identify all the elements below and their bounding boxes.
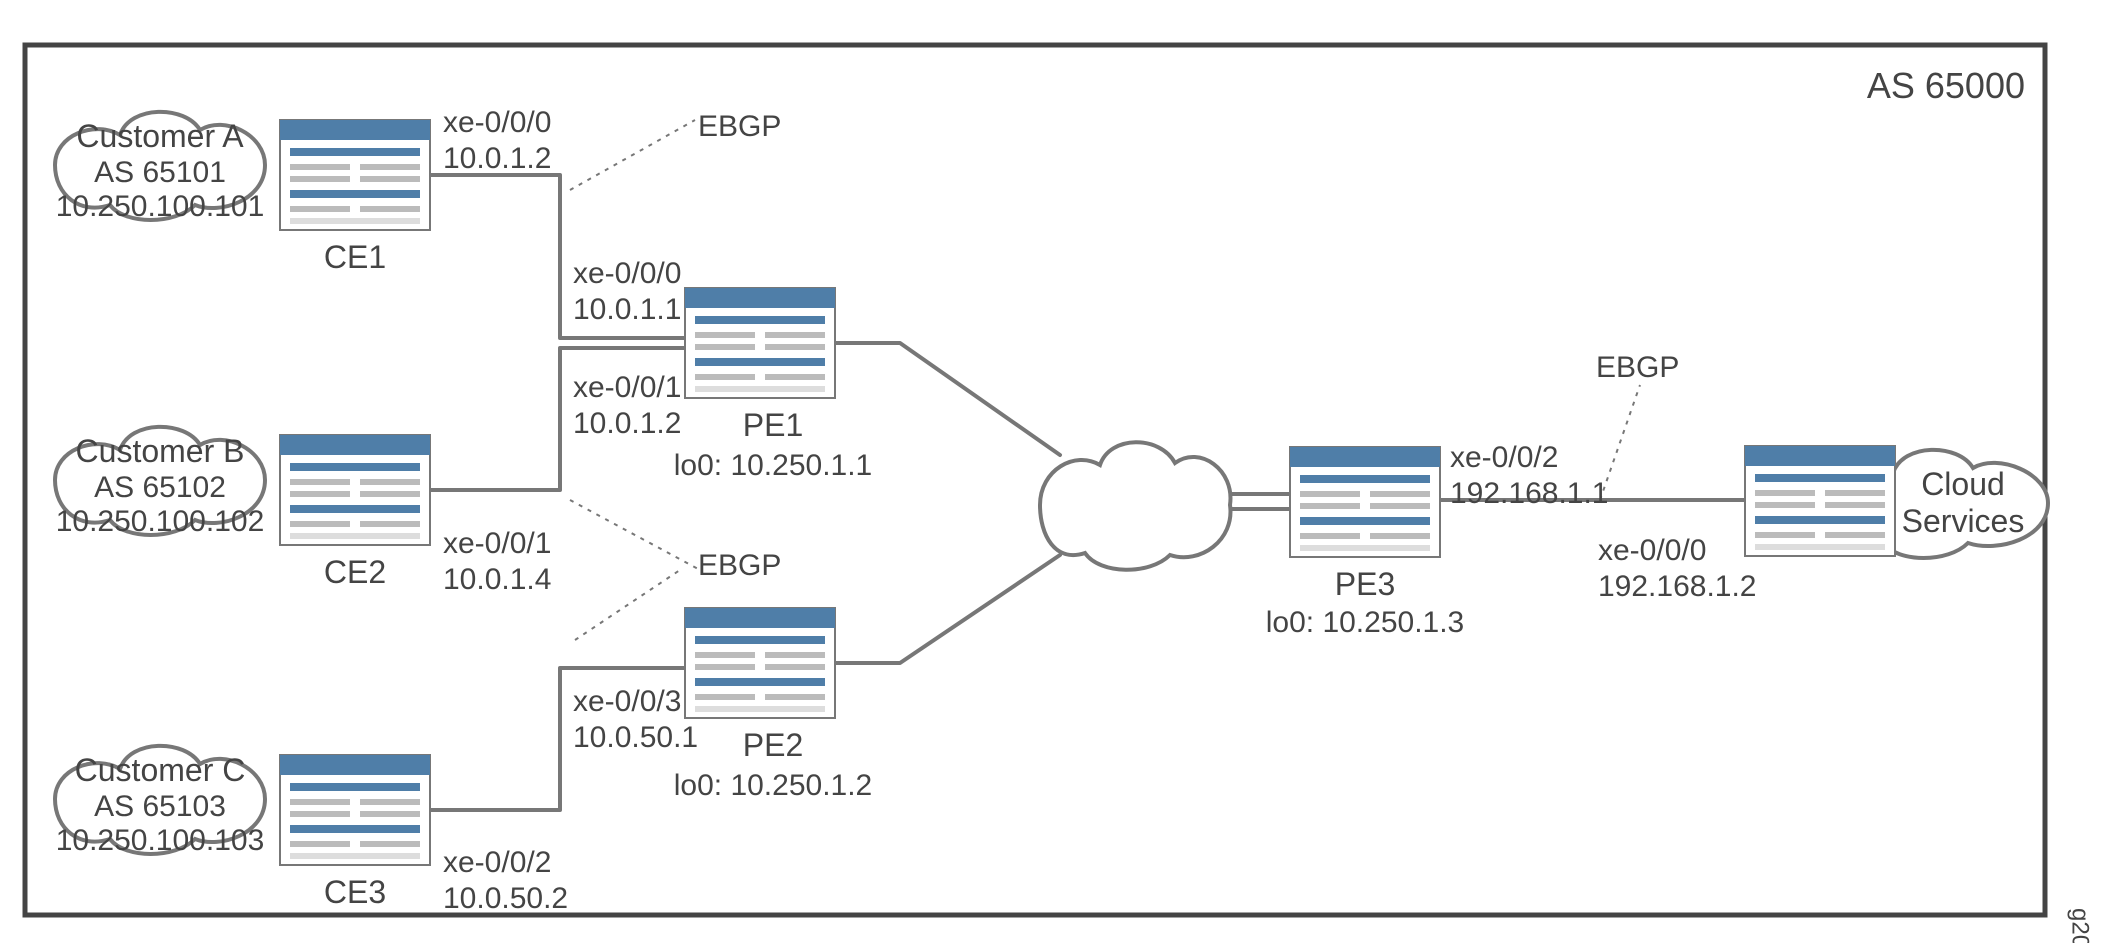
pe2-lo0: lo0: 10.250.1.2 [674, 769, 873, 802]
ce3-label: CE3 [324, 874, 386, 910]
cloud-services-router-icon [1745, 446, 1895, 556]
ce2-label: CE2 [324, 554, 386, 590]
pe2-router-icon [685, 608, 835, 718]
core-cloud-icon [1040, 442, 1230, 570]
pe2-label: PE2 [743, 727, 803, 763]
ce3-router-icon [280, 755, 430, 865]
figure-id: g200258 [2067, 908, 2094, 943]
pe1-bot-if: xe-0/0/1 [573, 371, 681, 404]
customer-a-ip: 10.250.100.101 [56, 190, 265, 223]
ebgp-dotted-mid2 [575, 570, 680, 640]
ce2-router-icon [280, 435, 430, 545]
cloud-in-ip: 192.168.1.2 [1598, 570, 1756, 603]
ebgp-label-right: EBGP [1596, 351, 1679, 384]
customer-a-as: AS 65101 [94, 156, 226, 189]
pe3-out-if: xe-0/0/2 [1450, 441, 1558, 474]
diagram-canvas: Customer A AS 65101 10.250.100.101 Custo… [0, 0, 2101, 943]
pe1-top-ip: 10.0.1.1 [573, 293, 681, 326]
pe2-top-ip: 10.0.50.1 [573, 721, 698, 754]
ce2-out-if: xe-0/0/1 [443, 527, 551, 560]
as-label: AS 65000 [1867, 65, 2025, 106]
ce1-label: CE1 [324, 239, 386, 275]
cloud-services-line2: Services [1902, 503, 2025, 539]
pe3-router-icon [1290, 447, 1440, 557]
diagram-svg: Customer A AS 65101 10.250.100.101 Custo… [0, 0, 2101, 943]
ce1-out-if: xe-0/0/0 [443, 106, 551, 139]
pe1-router-icon [685, 288, 835, 398]
pe1-bot-ip: 10.0.1.2 [573, 407, 681, 440]
ebgp-dotted-mid [570, 500, 700, 570]
pe3-lo0: lo0: 10.250.1.3 [1266, 606, 1465, 639]
ce1-router-icon [280, 120, 430, 230]
customer-a-title: Customer A [76, 118, 244, 154]
pe3-label: PE3 [1335, 566, 1395, 602]
cloud-services-line1: Cloud [1921, 466, 2005, 502]
link-pe2-core [835, 555, 1060, 663]
ce2-out-ip: 10.0.1.4 [443, 563, 551, 596]
ebgp-dotted-top [570, 120, 695, 190]
customer-b-as: AS 65102 [94, 471, 226, 504]
ce3-out-ip: 10.0.50.2 [443, 882, 568, 915]
customer-c-as: AS 65103 [94, 790, 226, 823]
ebgp-label-mid: EBGP [698, 549, 781, 582]
ce1-out-ip: 10.0.1.2 [443, 142, 551, 175]
pe1-lo0: lo0: 10.250.1.1 [674, 449, 873, 482]
pe1-label: PE1 [743, 407, 803, 443]
cloud-in-if: xe-0/0/0 [1598, 534, 1706, 567]
ebgp-label-top: EBGP [698, 110, 781, 143]
pe2-top-if: xe-0/0/3 [573, 685, 681, 718]
customer-c-ip: 10.250.100.103 [56, 824, 265, 857]
pe1-top-if: xe-0/0/0 [573, 257, 681, 290]
ce3-out-if: xe-0/0/2 [443, 846, 551, 879]
customer-c-title: Customer C [75, 752, 246, 788]
link-pe1-core [835, 343, 1060, 455]
customer-b-ip: 10.250.100.102 [56, 505, 265, 538]
customer-b-title: Customer B [76, 433, 245, 469]
pe3-out-ip: 192.168.1.1 [1450, 477, 1608, 510]
